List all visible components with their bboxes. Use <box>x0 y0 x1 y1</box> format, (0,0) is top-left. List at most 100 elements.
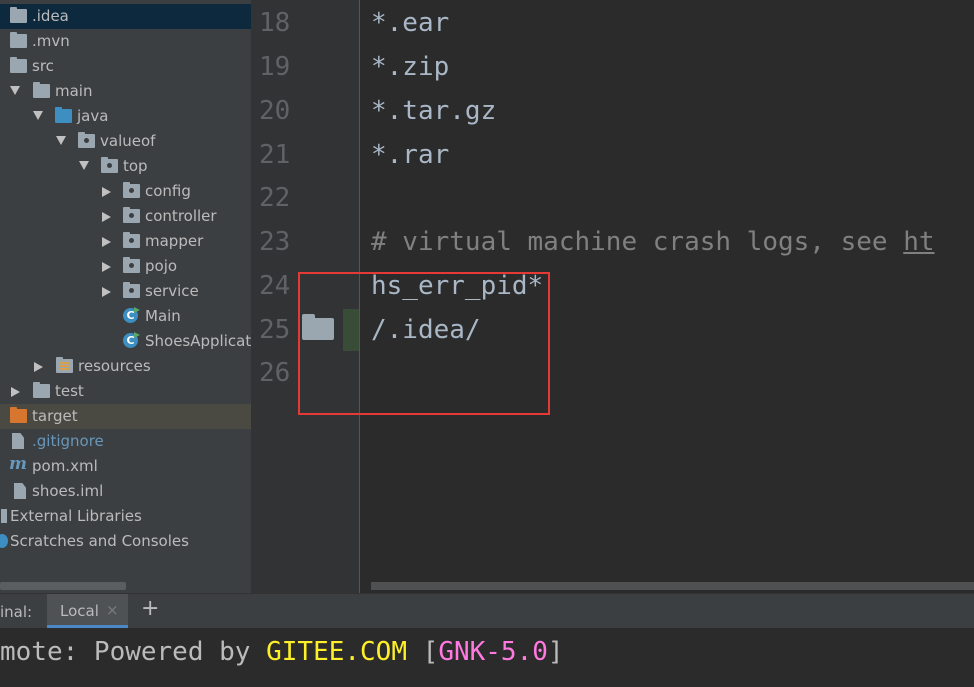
add-tab-button[interactable]: + <box>141 596 159 621</box>
tree-item-main-class[interactable]: C Main <box>0 304 251 329</box>
package-icon <box>101 157 118 173</box>
package-icon <box>123 207 140 223</box>
folder-icon <box>10 7 27 23</box>
tree-item-label: target <box>32 407 78 425</box>
file-icon <box>14 483 26 499</box>
tree-item-label: valueof <box>100 132 156 150</box>
tree-item-test[interactable]: test <box>0 379 251 404</box>
folder-icon <box>10 32 27 48</box>
terminal-text: [ <box>407 637 439 667</box>
tree-item-config[interactable]: config <box>0 179 251 204</box>
code-line[interactable]: *.tar.gz <box>371 96 496 126</box>
tree-item-label: mapper <box>145 232 204 250</box>
folder-icon <box>33 82 50 98</box>
line-number: 21 <box>259 140 291 170</box>
code-line[interactable]: *.zip <box>371 52 449 82</box>
annotation-highlight-box <box>298 272 550 415</box>
tree-item-scratches[interactable]: Scratches and Consoles <box>0 529 251 554</box>
tree-item-external-libraries[interactable]: External Libraries <box>0 504 251 529</box>
tree-item-label: service <box>145 282 199 300</box>
tree-item-java[interactable]: java <box>0 104 251 129</box>
folder-icon <box>10 57 27 73</box>
line-number: 26 <box>259 358 291 388</box>
java-class-icon: C <box>123 308 138 323</box>
tree-item-label: controller <box>145 207 217 225</box>
chevron-down-icon[interactable] <box>79 161 89 170</box>
close-icon[interactable]: × <box>106 601 119 619</box>
tree-item-label: .idea <box>32 7 69 25</box>
file-icon <box>12 433 24 449</box>
tree-item-label: pojo <box>145 257 178 275</box>
chevron-down-icon[interactable] <box>56 136 66 145</box>
package-icon <box>123 257 140 273</box>
tree-item-label: java <box>77 107 109 125</box>
tree-item-valueof[interactable]: valueof <box>0 129 251 154</box>
tab-local[interactable]: Local × <box>47 594 128 628</box>
project-tree: .idea .mvn src main java valueof top con… <box>0 0 251 593</box>
comment-text: # virtual machine crash logs, see <box>371 227 904 257</box>
tree-item-controller[interactable]: controller <box>0 204 251 229</box>
chevron-right-icon[interactable] <box>102 237 111 247</box>
tree-item-pojo[interactable]: pojo <box>0 254 251 279</box>
tree-item-main[interactable]: main <box>0 79 251 104</box>
code-line[interactable]: *.rar <box>371 140 449 170</box>
tree-item-label: main <box>55 82 93 100</box>
terminal-tag: GNK-5.0 <box>438 637 548 667</box>
tree-item-label: Scratches and Consoles <box>10 532 189 550</box>
tree-item-label: shoes.iml <box>32 482 104 500</box>
terminal-output[interactable]: mote: Powered by GITEE.COM [GNK-5.0] <box>0 628 974 687</box>
code-line-comment[interactable]: # virtual machine crash logs, see ht <box>371 227 935 257</box>
line-number: 19 <box>259 52 291 82</box>
tree-item-resources[interactable]: resources <box>0 354 251 379</box>
chevron-down-icon[interactable] <box>10 86 20 95</box>
library-icon <box>1 509 7 523</box>
tree-item-mvn[interactable]: .mvn <box>0 29 251 54</box>
chevron-right-icon[interactable] <box>11 387 20 397</box>
tree-item-label: src <box>32 57 54 75</box>
terminal-tab-bar: inal: Local × + <box>0 593 974 628</box>
comment-link[interactable]: ht <box>903 227 934 257</box>
resources-folder-icon <box>56 357 73 373</box>
code-line[interactable]: *.ear <box>371 8 449 38</box>
line-number: 22 <box>259 183 291 213</box>
tree-item-label: test <box>55 382 84 400</box>
tree-item-label: ShoesApplicat <box>145 332 251 350</box>
tree-item-top[interactable]: top <box>0 154 251 179</box>
tree-item-idea[interactable]: .idea <box>0 4 251 29</box>
line-number: 25 <box>259 315 291 345</box>
tree-item-label: .gitignore <box>32 432 104 450</box>
tree-item-mapper[interactable]: mapper <box>0 229 251 254</box>
tree-item-label: .mvn <box>32 32 70 50</box>
chevron-down-icon[interactable] <box>33 111 43 120</box>
line-number: 23 <box>259 227 291 257</box>
chevron-right-icon[interactable] <box>102 212 111 222</box>
chevron-right-icon[interactable] <box>102 262 111 272</box>
package-icon <box>123 232 140 248</box>
tree-horizontal-scrollbar[interactable] <box>0 582 126 590</box>
chevron-right-icon[interactable] <box>102 187 111 197</box>
line-number: 18 <box>259 8 291 38</box>
package-icon <box>123 182 140 198</box>
chevron-right-icon[interactable] <box>34 362 43 372</box>
terminal-text: mote: Powered by <box>0 637 267 667</box>
java-class-icon: C <box>123 333 138 348</box>
tree-item-gitignore[interactable]: .gitignore <box>0 429 251 454</box>
chevron-right-icon[interactable] <box>102 287 111 297</box>
package-icon <box>123 282 140 298</box>
tree-item-service[interactable]: service <box>0 279 251 304</box>
tree-item-pom[interactable]: m pom.xml <box>0 454 251 479</box>
tree-item-src[interactable]: src <box>0 54 251 79</box>
line-number: 20 <box>259 96 291 126</box>
tree-item-shoes-application[interactable]: C ShoesApplicat <box>0 329 251 354</box>
tree-item-target[interactable]: target <box>0 404 251 429</box>
tree-item-label: Main <box>145 307 181 325</box>
line-number: 24 <box>259 271 291 301</box>
excluded-folder-icon <box>10 407 27 423</box>
editor-horizontal-scrollbar[interactable] <box>371 582 974 590</box>
tab-label: Local <box>60 602 99 620</box>
tree-item-shoes-iml[interactable]: shoes.iml <box>0 479 251 504</box>
folder-icon <box>33 382 50 398</box>
tree-item-label: resources <box>78 357 151 375</box>
tree-item-label: pom.xml <box>32 457 98 475</box>
terminal-line: mote: Powered by GITEE.COM [GNK-5.0] <box>0 637 564 667</box>
